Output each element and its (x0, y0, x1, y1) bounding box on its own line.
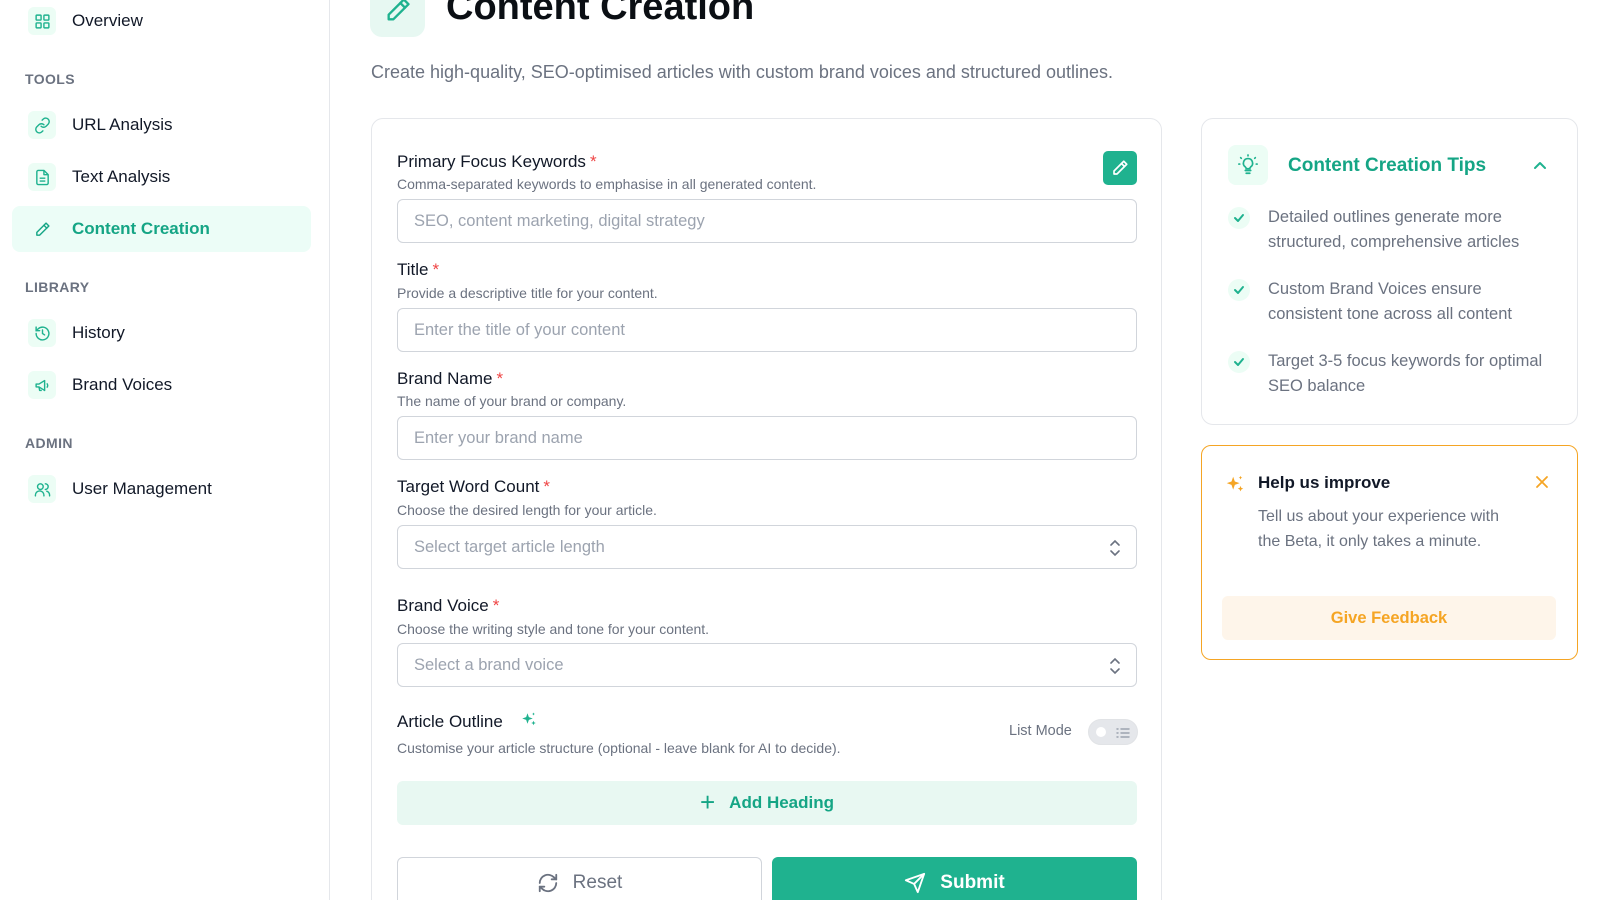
brand-name-help: The name of your brand or company. (397, 393, 627, 409)
tips-title: Content Creation Tips (1288, 155, 1487, 176)
link-icon (28, 111, 56, 139)
feedback-card: Help us improve Tell us about your exper… (1201, 445, 1578, 660)
title-help: Provide a descriptive title for your con… (397, 285, 658, 301)
sidebar-item-user-management[interactable]: User Management (12, 466, 311, 512)
toggle-knob (1093, 724, 1109, 740)
check-icon (1228, 207, 1250, 229)
title-label: Title * (397, 260, 440, 279)
pencil-icon (1113, 160, 1128, 175)
check-icon (1228, 279, 1250, 301)
document-icon (28, 163, 56, 191)
brand-name-label: Brand Name * (397, 369, 504, 388)
tips-card: Content Creation Tips Detailed outlines … (1201, 118, 1578, 425)
brand-voice-placeholder: Select a brand voice (414, 655, 564, 674)
refresh-icon (538, 873, 557, 893)
required-marker: * (432, 260, 440, 279)
tip-item: Detailed outlines generate more structur… (1228, 205, 1558, 255)
pencil-icon (370, 0, 425, 37)
chevron-up-down-icon (1110, 657, 1120, 675)
required-marker: * (589, 152, 597, 171)
outline-label: Article Outline (397, 712, 503, 731)
lightbulb-icon (1228, 145, 1268, 185)
feedback-title: Help us improve (1258, 473, 1391, 492)
brand-name-input[interactable]: Enter your brand name (397, 416, 1137, 460)
sidebar-item-label: History (72, 323, 125, 342)
required-marker: * (492, 596, 500, 615)
title-input[interactable]: Enter the title of your content (397, 308, 1137, 352)
brand-voice-label: Brand Voice * (397, 596, 500, 615)
sidebar-item-text-analysis[interactable]: Text Analysis (12, 154, 311, 200)
section-label-admin: ADMIN (25, 435, 73, 451)
sidebar-item-url-analysis[interactable]: URL Analysis (12, 102, 311, 148)
tip-item: Custom Brand Voices ensure consistent to… (1228, 277, 1558, 327)
list-mode-label: List Mode (1009, 723, 1072, 739)
tip-text: Detailed outlines generate more structur… (1268, 208, 1520, 251)
required-marker: * (496, 369, 504, 388)
word-count-placeholder: Select target article length (414, 537, 605, 556)
sidebar-item-brand-voices[interactable]: Brand Voices (12, 362, 311, 408)
history-icon (28, 319, 56, 347)
sidebar-item-label: Text Analysis (72, 167, 171, 186)
add-heading-label: Add Heading (729, 793, 835, 812)
required-marker: * (543, 477, 550, 496)
add-heading-button[interactable]: + Add Heading (397, 781, 1137, 825)
users-icon (28, 475, 56, 503)
sidebar-item-content-creation[interactable]: Content Creation (12, 206, 311, 252)
edit-keywords-button[interactable] (1103, 151, 1137, 185)
submit-button[interactable]: Submit (772, 857, 1137, 900)
check-icon (1228, 351, 1250, 373)
sidebar-item-label: Brand Voices (72, 375, 173, 394)
close-icon[interactable] (1534, 474, 1550, 490)
plus-icon: + (699, 787, 716, 817)
app-root: Overview TOOLS URL Analysis Text Analysi… (0, 0, 1600, 900)
keywords-help: Comma-separated keywords to emphasise in… (397, 176, 817, 192)
page-title: Content Creation (446, 0, 755, 28)
keywords-input[interactable]: SEO, content marketing, digital strategy (397, 199, 1137, 243)
reset-button[interactable]: Reset (397, 857, 762, 900)
grid-icon (28, 7, 56, 35)
pencil-icon (28, 215, 56, 243)
sparkle-icon (522, 712, 536, 726)
sidebar-item-history[interactable]: History (12, 310, 311, 356)
brand-voice-select[interactable]: Select a brand voice (397, 643, 1137, 687)
word-count-label: Target Word Count * (397, 477, 550, 496)
megaphone-icon (28, 371, 56, 399)
word-count-help: Choose the desired length for your artic… (397, 502, 657, 518)
section-label-library: LIBRARY (25, 279, 90, 295)
feedback-text: Tell us about your experience with the B… (1258, 508, 1500, 550)
content-form-card: Primary Focus Keywords * Comma-separated … (371, 118, 1162, 900)
sidebar: Overview TOOLS URL Analysis Text Analysi… (0, 0, 330, 900)
sidebar-item-label: User Management (72, 479, 212, 498)
sidebar-item-overview[interactable]: Overview (12, 0, 311, 44)
word-count-select[interactable]: Select target article length (397, 525, 1137, 569)
chevron-up-down-icon (1110, 539, 1120, 557)
sidebar-item-label: Content Creation (72, 219, 210, 238)
tip-item: Target 3-5 focus keywords for optimal SE… (1228, 349, 1558, 399)
list-icon (1116, 728, 1130, 738)
keywords-label: Primary Focus Keywords * (397, 152, 597, 171)
chevron-up-icon[interactable] (1532, 158, 1548, 172)
page-subtitle: Create high-quality, SEO-optimised artic… (371, 62, 1114, 82)
tip-text: Target 3-5 focus keywords for optimal SE… (1268, 352, 1543, 395)
send-icon (905, 872, 926, 894)
list-mode-toggle[interactable] (1088, 719, 1138, 745)
outline-help: Customise your article structure (option… (397, 740, 841, 756)
brand-voice-help: Choose the writing style and tone for yo… (397, 621, 710, 637)
reset-label: Reset (572, 872, 623, 893)
sidebar-item-label: Overview (72, 11, 143, 30)
give-feedback-button[interactable]: Give Feedback (1222, 596, 1556, 640)
section-label-tools: TOOLS (25, 71, 75, 87)
sparkle-icon (1226, 475, 1244, 492)
sidebar-item-label: URL Analysis (72, 115, 173, 134)
submit-label: Submit (940, 872, 1005, 893)
tip-text: Custom Brand Voices ensure consistent to… (1268, 280, 1512, 323)
